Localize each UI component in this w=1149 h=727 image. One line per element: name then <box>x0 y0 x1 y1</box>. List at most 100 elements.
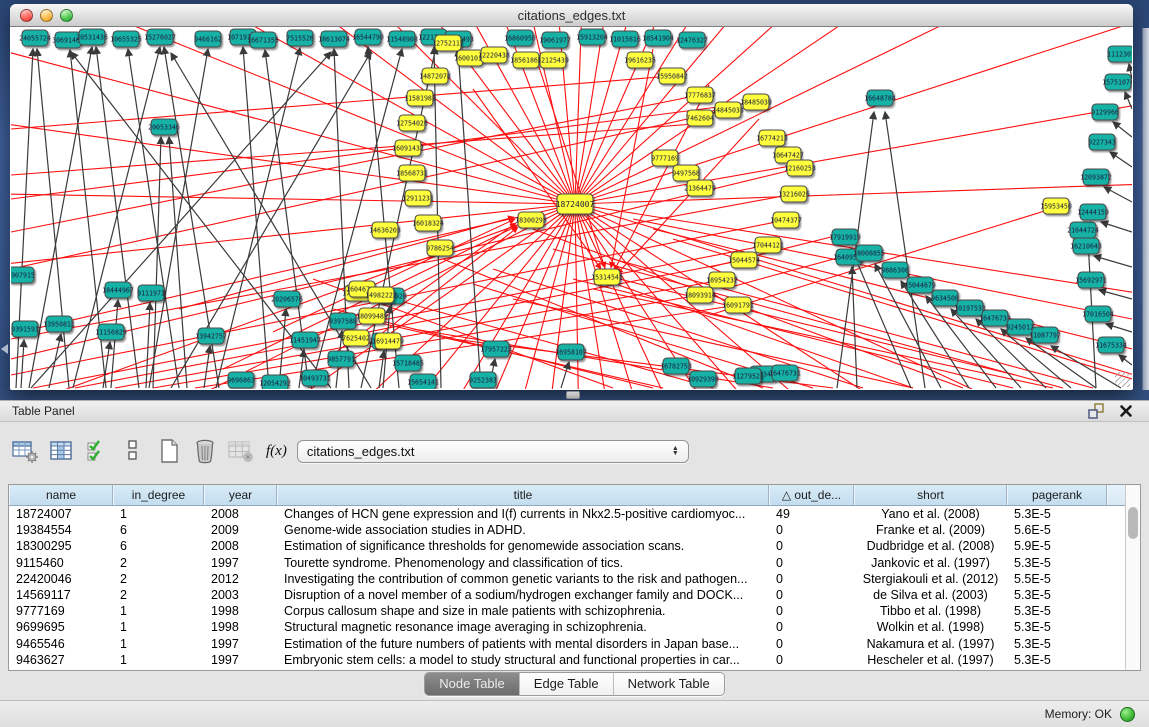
float-panel-icon[interactable] <box>1085 402 1107 420</box>
table-row[interactable]: 977716911998Corpus callosum shape and si… <box>9 603 1125 619</box>
table-row[interactable]: 1456911722003Disruption of a novel membe… <box>9 587 1125 603</box>
graph-node[interactable]: 17016504 <box>1082 306 1114 322</box>
tab-edge-table[interactable]: Edge Table <box>520 673 614 695</box>
select-columns-icon[interactable] <box>46 436 76 466</box>
graph-node[interactable]: 16958107 <box>555 344 587 360</box>
graph-node[interactable]: 20206576 <box>271 291 303 307</box>
tab-node-table[interactable]: Node Table <box>425 673 520 695</box>
network-window-titlebar[interactable]: citations_edges.txt <box>10 4 1133 27</box>
graph-node[interactable]: 18300295 <box>515 212 547 228</box>
graph-node[interactable]: 19616235 <box>624 52 656 68</box>
collapse-panel-arrow-icon[interactable] <box>1 344 8 354</box>
table-row[interactable]: 946362711997Embryonic stem cells: a mode… <box>9 652 1125 668</box>
graph-node[interactable]: 9227343 <box>1088 134 1116 150</box>
graph-node[interactable]: 18099489 <box>356 308 388 324</box>
graph-node[interactable]: 12220438 <box>478 47 510 63</box>
graph-node[interactable]: 15751074 <box>1102 74 1132 90</box>
graph-node[interactable]: 15692971 <box>1075 272 1107 288</box>
graph-node[interactable]: 15044574 <box>728 252 760 268</box>
zoom-window-icon[interactable] <box>60 9 73 22</box>
deselect-all-icon[interactable] <box>118 436 148 466</box>
graph-node[interactable]: 9886308 <box>881 262 909 278</box>
column-header-title[interactable]: title <box>277 485 769 505</box>
table-row[interactable]: 911546021997Tourette syndrome. Phenomeno… <box>9 555 1125 571</box>
graph-hub-node[interactable]: 18724007 <box>556 194 595 214</box>
graph-node[interactable]: 16782753 <box>660 358 692 374</box>
graph-node[interactable]: 9129966 <box>1091 104 1119 120</box>
function-builder-icon[interactable]: f(x) <box>266 443 287 460</box>
graph-node[interactable]: 9777169 <box>651 150 679 166</box>
table-row[interactable]: 969969511998Structural magnetic resonanc… <box>9 619 1125 635</box>
graph-node[interactable]: 9466162 <box>194 31 222 47</box>
column-header-out_de[interactable]: △ out_de... <box>769 485 854 505</box>
graph-node[interactable]: 12476327 <box>676 32 708 48</box>
graph-node[interactable]: 16544790 <box>352 29 384 45</box>
column-header-year[interactable]: year <box>204 485 277 505</box>
graph-node[interactable]: 11087797 <box>1029 327 1061 343</box>
minimize-window-icon[interactable] <box>40 9 53 22</box>
graph-node[interactable]: 11015816 <box>609 31 641 47</box>
graph-node[interactable]: 18541904 <box>642 30 674 46</box>
graph-node[interactable]: 18954237 <box>706 272 738 288</box>
column-header-short[interactable]: short <box>854 485 1007 505</box>
graph-node[interactable]: 9397588 <box>329 313 357 329</box>
graph-node[interactable]: 12752117 <box>432 35 464 51</box>
graph-node[interactable]: 18485039 <box>740 94 772 110</box>
graph-node[interactable]: 7462604 <box>686 110 714 126</box>
graph-node[interactable]: 13950811 <box>43 316 75 332</box>
graph-node[interactable]: 16671355 <box>247 32 279 48</box>
graph-node[interactable]: 16476731 <box>769 365 801 381</box>
graph-node[interactable]: 15654141 <box>407 374 439 389</box>
graph-node[interactable]: 1112307 <box>1107 46 1132 62</box>
graph-node[interactable]: 17957223 <box>480 341 512 357</box>
graph-node[interactable]: 13942757 <box>195 328 227 344</box>
table-row[interactable]: 1938455462009Genome-wide association stu… <box>9 522 1125 538</box>
table-mode-icon[interactable] <box>10 436 40 466</box>
column-header-pagerank[interactable]: pagerank <box>1007 485 1107 505</box>
graph-node[interactable]: 7907915 <box>11 267 35 283</box>
graph-node[interactable]: 17776837 <box>684 87 716 103</box>
graph-node[interactable]: 10929398 <box>687 371 719 387</box>
graph-node[interactable]: 18093914 <box>684 287 716 303</box>
graph-node[interactable]: 21644724 <box>1067 222 1099 238</box>
tab-network-table[interactable]: Network Table <box>614 673 724 695</box>
graph-node[interactable]: 12444159 <box>1077 204 1109 220</box>
graph-node[interactable]: 18613074 <box>318 31 350 47</box>
graph-node[interactable]: 20531436 <box>76 29 108 45</box>
resize-grip-icon[interactable] <box>1115 372 1130 387</box>
graph-node[interactable]: 13216026 <box>778 186 810 202</box>
graph-node[interactable]: 16091791 <box>722 297 754 313</box>
graph-node[interactable]: 16648784 <box>864 90 896 106</box>
graph-node[interactable]: 9786254 <box>426 240 454 256</box>
network-window[interactable]: citations_edges.txt 24055724306914062053… <box>10 4 1133 390</box>
graph-node[interactable]: 16774213 <box>756 130 788 146</box>
graph-node[interactable]: 16914479 <box>372 333 404 349</box>
graph-node[interactable]: 10493731 <box>299 370 331 386</box>
graph-node[interactable]: 9252383 <box>469 372 497 388</box>
table-row[interactable]: 1830029562008Estimation of significance … <box>9 538 1125 554</box>
graph-node[interactable]: 24055724 <box>19 30 51 46</box>
graph-node[interactable]: 16860950 <box>504 30 536 46</box>
table-source-dropdown[interactable]: citations_edges.txt ▲▼ <box>297 440 689 463</box>
graph-node[interactable]: 9857791 <box>327 351 355 367</box>
graph-node[interactable]: 12125439 <box>537 52 569 68</box>
graph-node[interactable]: 11581982 <box>404 90 436 106</box>
close-window-icon[interactable] <box>20 9 33 22</box>
graph-node[interactable]: 16210643 <box>1070 238 1102 254</box>
graph-node[interactable]: 7515526 <box>286 30 314 46</box>
graph-node[interactable]: 14982222 <box>365 287 397 303</box>
graph-node[interactable]: 19061977 <box>539 32 571 48</box>
graph-node[interactable]: 17919919 <box>829 229 861 245</box>
network-view[interactable]: 2405572430691406205314361065532515276027… <box>11 27 1132 389</box>
graph-node[interactable]: 9391591 <box>11 321 39 337</box>
graph-node[interactable]: 14636203 <box>369 222 401 238</box>
column-header-name[interactable]: name <box>9 485 113 505</box>
graph-node[interactable]: 16018324 <box>412 215 444 231</box>
delete-columns-icon[interactable] <box>190 436 220 466</box>
graph-node[interactable]: 15276027 <box>144 29 176 45</box>
graph-node[interactable]: 15953450 <box>1040 198 1072 214</box>
graph-node[interactable]: 17044121 <box>752 237 784 253</box>
close-panel-icon[interactable] <box>1115 402 1137 420</box>
graph-node[interactable]: 10655325 <box>110 31 142 47</box>
graph-node[interactable]: 11451947 <box>289 332 321 348</box>
